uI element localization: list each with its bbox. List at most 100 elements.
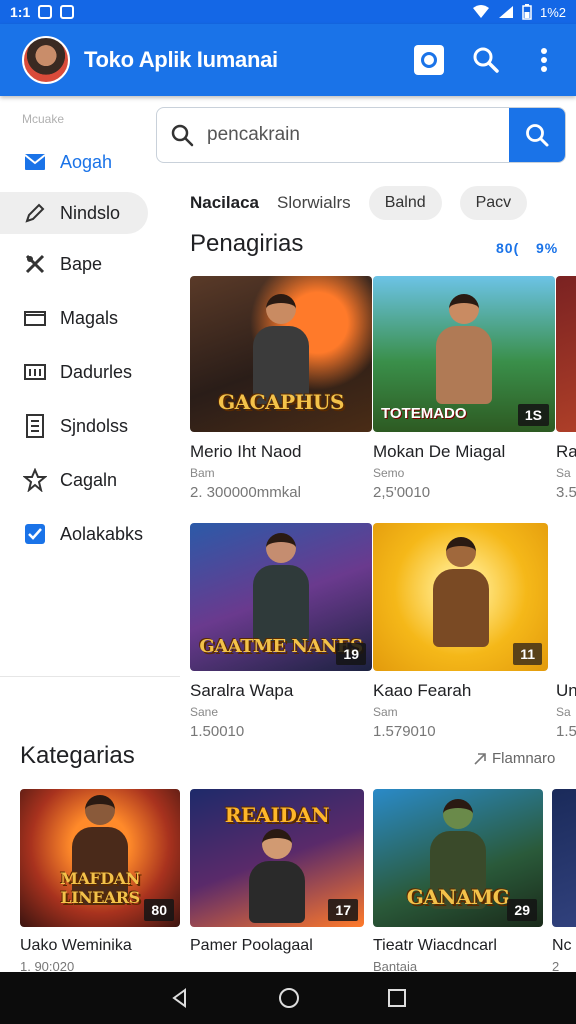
filter-chip-balnd[interactable]: Balnd (368, 186, 442, 220)
edit-icon (22, 200, 48, 226)
avatar[interactable] (22, 36, 70, 84)
section-title-kategarias: Kategarias (20, 742, 135, 769)
category-card[interactable]: GANAMG 29 Tieatr Wiacdncarl Bantaia (373, 789, 543, 974)
category-name: Tieatr Wiacdncarl (373, 937, 497, 954)
sidebar-header: Mcuake (22, 112, 65, 126)
app-card[interactable]: TOTEMADO 1S Mokan De Miagal Semo 2,5'001… (373, 276, 555, 501)
category-card[interactable]: REAIDAN 17 Pamer Poolagaal (190, 789, 364, 955)
app-card[interactable]: Ra Sa 3.5 (556, 276, 576, 501)
tab-nacilaca[interactable]: Nacilaca (190, 193, 259, 213)
category-name: Uako Weminika (20, 937, 132, 954)
sidebar-item-bape[interactable]: Bape (0, 238, 180, 290)
system-nav-bar (0, 972, 576, 1024)
section-extra-1[interactable]: 80( (496, 240, 519, 256)
sidebar-item-aogah[interactable]: Aogah (0, 136, 180, 188)
category-card[interactable]: Nc 2 (552, 789, 576, 974)
app-developer: Sane (190, 705, 219, 719)
checkbox-icon (22, 521, 48, 547)
app-card[interactable]: GACAPHUS Merio Iht Naod Bam 2. 300000mmk… (190, 276, 372, 501)
sidebar-item-label: Magals (60, 307, 119, 328)
hero-art (249, 829, 305, 925)
app-downloads: 2,5'0010 (373, 484, 431, 501)
app-card[interactable]: 11 Kaao Fearah Sam 1.579010 (373, 523, 548, 740)
category-thumbnail: GANAMG 29 (373, 789, 543, 927)
app-title: Toko Aplik Iumanai (84, 47, 278, 72)
crossed-tools-icon (22, 251, 48, 277)
home-icon[interactable] (277, 986, 301, 1010)
more-vert-icon (541, 48, 547, 72)
link-icon (474, 752, 486, 765)
sidebar-item-label: Nindslo (60, 202, 121, 223)
app-developer: Semo (373, 466, 405, 480)
thumbnail-art-title: TOTEMADO (381, 405, 467, 422)
app-card[interactable]: Un Sa 1.5 (556, 523, 576, 740)
sidebar-item-dadurles[interactable]: Dadurles (0, 346, 180, 398)
tab-slorwialrs[interactable]: Slorwialrs (277, 193, 351, 213)
app-thumbnail: GAATME NANES 19 (190, 523, 372, 671)
status-time: 1:1 (10, 4, 31, 20)
hero-art (253, 294, 309, 404)
category-thumbnail (552, 789, 576, 927)
status-battery-text: 1%2 (539, 4, 566, 20)
sidebar-item-label: Cagaln (60, 469, 118, 490)
app-thumbnail (556, 276, 576, 432)
signal-icon (498, 6, 513, 18)
store-icon[interactable] (414, 45, 444, 75)
search-input[interactable] (207, 108, 509, 162)
recents-icon[interactable] (387, 988, 407, 1008)
sidebar-item-magals[interactable]: Magals (0, 292, 180, 344)
app-bar: Toko Aplik Iumanai (0, 24, 576, 96)
search-bar[interactable] (156, 107, 566, 163)
sidebar-item-label: Sjndolss (60, 415, 129, 436)
sidebar-item-sjndolss[interactable]: Sjndolss (0, 400, 180, 452)
app-thumbnail: TOTEMADO 1S (373, 276, 555, 432)
search-submit-button[interactable] (509, 108, 565, 162)
app-developer: Sam (373, 705, 398, 719)
wifi-icon (472, 5, 489, 18)
rating-badge: 1S (517, 404, 549, 426)
notification-icon-2 (60, 5, 75, 19)
category-name: Nc (552, 937, 572, 954)
app-developer: Sa (556, 466, 571, 480)
category-card[interactable]: MAFDAN LINEARS 80 Uako Weminika 1. 90:02… (20, 789, 180, 974)
app-actions (414, 44, 560, 76)
section-extra-2[interactable]: 9% (536, 240, 558, 256)
category-name: Pamer Poolagaal (190, 937, 313, 954)
app-downloads: 1.5 (556, 723, 576, 740)
sidebar-item-label: Dadurles (60, 361, 133, 382)
section-title-penagirias: Penagirias (190, 230, 304, 257)
app-developer: Bam (190, 466, 215, 480)
filter-chip-pacv[interactable]: Pacv (459, 186, 528, 220)
star-icon (22, 467, 48, 493)
sidebar-item-cagaln[interactable]: Cagaln (0, 454, 180, 506)
status-bar: 1:1 1%2 (0, 0, 576, 24)
sidebar-divider (0, 676, 180, 677)
rating-badge: 11 (513, 643, 542, 665)
sidebar-item-label: Aolakabks (60, 523, 144, 544)
app-downloads: 3.5 (556, 484, 576, 501)
app-thumbnail (556, 523, 576, 671)
thumbnail-art-title: GACAPHUS (218, 390, 344, 414)
section-link[interactable]: Flamnaro (472, 750, 555, 767)
more-options-button[interactable] (528, 44, 560, 76)
filter-row: Nacilaca Slorwialrs Balnd Pacv (190, 184, 576, 222)
category-thumbnail: REAIDAN 17 (190, 789, 364, 927)
hero-art (253, 533, 309, 643)
rating-badge: 80 (144, 899, 174, 921)
search-button[interactable] (470, 44, 502, 76)
calendar-icon (22, 359, 48, 385)
app-downloads: 1.50010 (190, 723, 245, 740)
app-downloads: 2. 300000mmkal (190, 484, 301, 501)
sidebar-item-aolakabks[interactable]: Aolakabks (0, 508, 180, 560)
app-card[interactable]: GAATME NANES 19 Saralra Wapa Sane 1.5001… (190, 523, 372, 740)
app-name: Un (556, 681, 576, 700)
app-name: Merio Iht Naod (190, 442, 302, 461)
back-icon[interactable] (169, 987, 191, 1009)
folder-icon (22, 305, 48, 331)
notification-icon (38, 5, 53, 19)
status-right: 1%2 (472, 4, 566, 20)
hero-art (436, 294, 492, 404)
sidebar-item-nindslo[interactable]: Nindslo (0, 192, 148, 234)
battery-icon (522, 4, 532, 20)
app-thumbnail: GACAPHUS (190, 276, 372, 432)
